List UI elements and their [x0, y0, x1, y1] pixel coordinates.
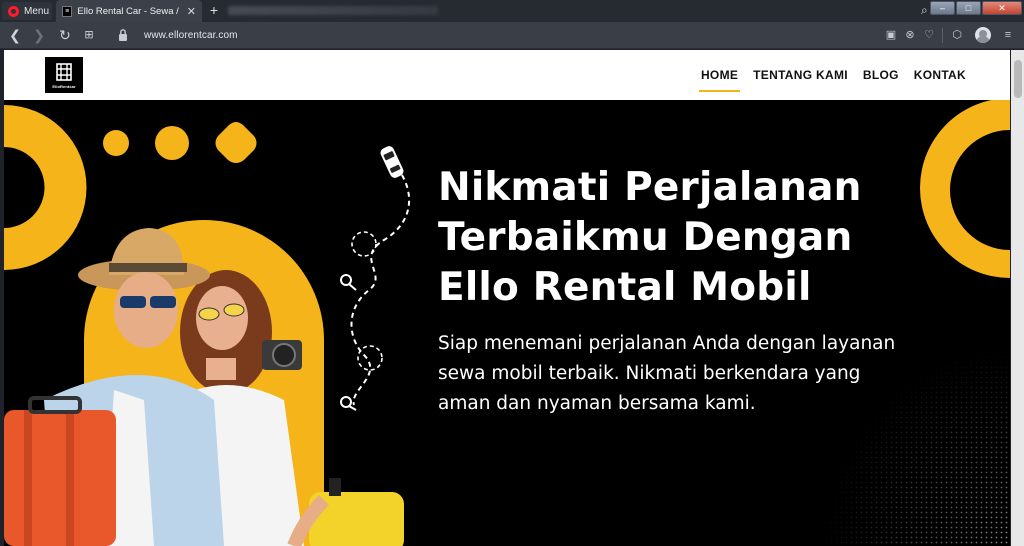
site-logo[interactable]: ElloRentcar [45, 57, 83, 93]
back-icon[interactable]: ❮ [6, 26, 24, 44]
blurred-tabs-area [228, 6, 438, 15]
speed-dial-icon[interactable]: ⊞ [80, 26, 98, 44]
lock-icon [119, 29, 127, 41]
nav-blog[interactable]: BLOG [861, 50, 901, 100]
yellow-rounded-diamond [215, 122, 257, 163]
opera-logo-icon [8, 5, 19, 17]
easy-setup-icon[interactable]: ≡ [1000, 27, 1016, 43]
small-car-icon [380, 146, 404, 178]
camera-icon[interactable]: ▣ [883, 27, 899, 43]
right-yellow-ring [920, 100, 1010, 278]
ello-logo-icon [56, 62, 72, 81]
address-bar: ❮ ❯ ↻ ⊞ www.ellorentcar.com ▣ ⊗ ♡ ⬡ ≡ [0, 22, 1024, 49]
window-controls: – □ ✕ [930, 1, 1022, 15]
tab-search-icon[interactable]: ⌕ [921, 3, 928, 18]
scrollbar-thumb[interactable] [1014, 60, 1022, 98]
dashed-route [350, 174, 411, 406]
opera-menu-button[interactable]: Menu [2, 2, 52, 20]
adblock-icon[interactable]: ⊗ [902, 27, 918, 43]
cube-icon[interactable]: ⬡ [949, 27, 965, 43]
heart-icon[interactable]: ♡ [921, 27, 937, 43]
travel-couple-illustration [4, 220, 404, 546]
maximize-button[interactable]: □ [956, 1, 981, 15]
url-field[interactable]: www.ellorentcar.com [144, 30, 238, 41]
ello-logo-favicon-icon: ≡ [62, 5, 73, 17]
main-nav: HOME TENTANG KAMI BLOG KONTAK [698, 50, 968, 100]
active-tab[interactable]: ≡ Ello Rental Car - Sewa / Rental ✕ [56, 0, 202, 22]
yellow-dot-2 [155, 126, 189, 160]
yellow-dot-1 [103, 130, 129, 156]
route-pin-top [340, 274, 357, 291]
profile-icon[interactable] [975, 27, 991, 43]
nav-tentang-kami[interactable]: TENTANG KAMI [751, 50, 850, 100]
address-separator [942, 28, 943, 43]
reload-icon[interactable]: ↻ [56, 26, 74, 44]
new-tab-button[interactable]: + [207, 2, 221, 18]
nav-home[interactable]: HOME [698, 50, 741, 100]
menu-label: Menu [24, 5, 50, 17]
page-scrollbar[interactable] [1011, 50, 1024, 546]
web-page: ElloRentcar HOME TENTANG KAMI BLOG KONTA… [4, 50, 1010, 546]
hero-title: Nikmati Perjalanan Terbaikmu Dengan Ello… [438, 165, 862, 310]
hero-section: Nikmati Perjalanan Terbaikmu Dengan Ello… [4, 100, 1010, 546]
tab-strip: Menu ≡ Ello Rental Car - Sewa / Rental ✕… [0, 0, 1024, 22]
web-viewport: ElloRentcar HOME TENTANG KAMI BLOG KONTA… [0, 50, 1024, 546]
tab-title: Ello Rental Car - Sewa / Rental [77, 5, 181, 17]
minimize-button[interactable]: – [930, 1, 955, 15]
close-tab-icon[interactable]: ✕ [187, 5, 196, 18]
logo-text: ElloRentcar [52, 83, 76, 89]
forward-icon[interactable]: ❯ [30, 26, 48, 44]
close-window-button[interactable]: ✕ [982, 1, 1022, 15]
hero-subtitle: Siap menemani perjalanan Anda dengan lay… [438, 333, 896, 414]
site-header: ElloRentcar HOME TENTANG KAMI BLOG KONTA… [4, 50, 1010, 100]
nav-kontak[interactable]: KONTAK [912, 50, 968, 100]
left-yellow-arc [4, 105, 87, 270]
